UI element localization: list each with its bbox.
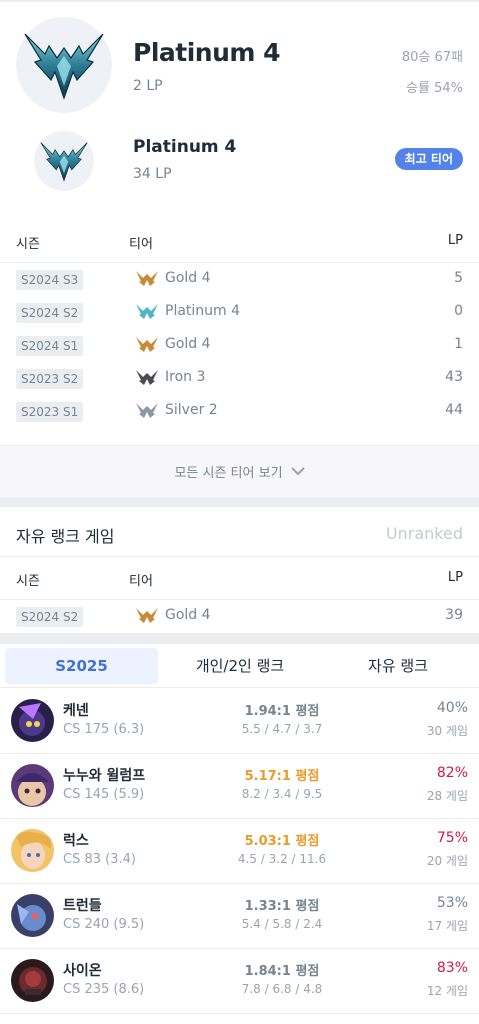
iron-emblem-icon bbox=[136, 370, 158, 385]
champion-win-rate: 82% bbox=[436, 765, 468, 781]
season-lp: 5 bbox=[454, 270, 463, 286]
champion-kda-detail: 7.8 / 6.8 / 4.8 bbox=[241, 982, 323, 996]
season-tier: Gold 4 bbox=[165, 607, 211, 623]
season-lp: 39 bbox=[445, 607, 463, 623]
champion-kda: 5.03:1 평점 bbox=[244, 834, 320, 849]
view-all-seasons-button[interactable]: 모든 시즌 티어 보기 bbox=[0, 445, 479, 497]
champion-games: 12 게임 bbox=[426, 984, 468, 998]
champion-kda: 1.33:1 평점 bbox=[244, 899, 320, 914]
lp-header: LP bbox=[447, 233, 463, 248]
champion-cs: CS 145 (5.9) bbox=[63, 787, 145, 802]
tier-header: 티어 bbox=[129, 237, 153, 252]
flex-lp-header: LP bbox=[447, 570, 463, 585]
champion-portrait-sion bbox=[11, 959, 54, 1002]
champion-games: 30 게임 bbox=[426, 724, 468, 738]
win-rate: 승률 54% bbox=[406, 81, 463, 96]
peak-tier: Platinum 4 bbox=[133, 137, 237, 157]
season-row: S2023 S1 Silver 2 44 bbox=[0, 395, 479, 428]
champion-cs: CS 240 (9.5) bbox=[63, 917, 145, 932]
champion-name: 사이온 bbox=[63, 963, 102, 979]
view-all-label: 모든 시즌 티어 보기 bbox=[174, 466, 283, 481]
champion-cs: CS 175 (6.3) bbox=[63, 722, 145, 737]
champion-row[interactable]: 케넨 CS 175 (6.3) 1.94:1 평점 5.5 / 4.7 / 3.… bbox=[0, 689, 479, 754]
champion-name: 케넨 bbox=[63, 703, 89, 719]
champion-kda-detail: 4.5 / 3.2 / 11.6 bbox=[237, 852, 327, 866]
tab-s2025[interactable]: S2025 bbox=[5, 648, 158, 684]
champion-kda-detail: 8.2 / 3.4 / 9.5 bbox=[241, 787, 323, 801]
season-tag: S2024 S2 bbox=[16, 303, 84, 323]
season-lp: 43 bbox=[445, 369, 463, 385]
current-tier: Platinum 4 bbox=[133, 38, 281, 67]
tab-flex-rank[interactable]: 자유 랭크 bbox=[322, 648, 474, 684]
season-lp: 0 bbox=[454, 303, 463, 319]
season-tag: S2024 S2 bbox=[16, 607, 84, 627]
champion-portrait-nunu bbox=[11, 764, 54, 807]
top-divider bbox=[0, 0, 479, 2]
section-separator bbox=[0, 497, 479, 507]
champion-kda: 1.94:1 평점 bbox=[244, 704, 320, 719]
chevron-down-icon bbox=[290, 464, 305, 480]
season-tag: S2024 S3 bbox=[16, 270, 84, 290]
champion-name: 럭스 bbox=[63, 833, 89, 849]
champion-row[interactable]: 럭스 CS 83 (3.4) 5.03:1 평점 4.5 / 3.2 / 11.… bbox=[0, 819, 479, 884]
champion-cs: CS 235 (8.6) bbox=[63, 982, 145, 997]
section-separator bbox=[0, 633, 479, 644]
champion-portrait-trundle bbox=[11, 894, 54, 937]
champion-kda: 1.84:1 평점 bbox=[244, 964, 320, 979]
season-tag: S2023 S2 bbox=[16, 369, 84, 389]
gold-emblem-icon bbox=[136, 608, 158, 623]
champion-win-rate: 83% bbox=[436, 960, 468, 976]
season-lp: 44 bbox=[445, 402, 463, 418]
platinum-emblem-icon bbox=[34, 131, 94, 191]
current-lp: 2 LP bbox=[133, 78, 163, 94]
champion-games: 28 게임 bbox=[426, 789, 468, 803]
season-header: 시즌 bbox=[16, 237, 40, 252]
season-tag: S2024 S1 bbox=[16, 336, 84, 356]
flex-rank-status: Unranked bbox=[385, 524, 463, 543]
season-tier: Gold 4 bbox=[165, 336, 211, 352]
win-loss-record: 80승 67패 bbox=[401, 50, 463, 65]
peak-tier-badge: 최고 티어 bbox=[394, 148, 463, 170]
champion-games: 17 게임 bbox=[426, 919, 468, 933]
flex-tier-header: 티어 bbox=[129, 574, 153, 589]
season-tier: Platinum 4 bbox=[165, 303, 241, 319]
flex-season-header: 시즌 bbox=[16, 574, 40, 589]
tab-solo-duo-rank[interactable]: 개인/2인 랭크 bbox=[162, 648, 318, 684]
champion-portrait-kennen bbox=[11, 699, 54, 742]
season-row: S2023 S2 Iron 3 43 bbox=[0, 362, 479, 395]
champion-games: 20 게임 bbox=[426, 854, 468, 868]
champion-win-rate: 53% bbox=[436, 895, 468, 911]
season-row: S2024 S2 Platinum 4 0 bbox=[0, 296, 479, 329]
champion-row[interactable]: 트런들 CS 240 (9.5) 1.33:1 평점 5.4 / 5.8 / 2… bbox=[0, 884, 479, 949]
season-lp: 1 bbox=[454, 336, 463, 352]
gold-emblem-icon bbox=[136, 337, 158, 352]
champion-portrait-lux bbox=[11, 829, 54, 872]
flex-rank-title: 자유 랭크 게임 bbox=[16, 527, 115, 546]
champion-kda-detail: 5.5 / 4.7 / 3.7 bbox=[241, 722, 323, 736]
gold-emblem-icon bbox=[136, 271, 158, 286]
champion-kda-detail: 5.4 / 5.8 / 2.4 bbox=[241, 917, 323, 931]
champion-row[interactable]: 누누와 윌럼프 CS 145 (5.9) 5.17:1 평점 8.2 / 3.4… bbox=[0, 754, 479, 819]
season-row: S2024 S3 Gold 4 5 bbox=[0, 263, 479, 296]
champion-win-rate: 75% bbox=[436, 830, 468, 846]
champion-kda: 5.17:1 평점 bbox=[244, 769, 320, 784]
season-tier: Silver 2 bbox=[165, 402, 218, 418]
queue-tabs: S2025 개인/2인 랭크 자유 랭크 bbox=[0, 644, 479, 688]
silver-emblem-icon bbox=[136, 403, 158, 418]
season-tier: Gold 4 bbox=[165, 270, 211, 286]
champion-name: 누누와 윌럼프 bbox=[63, 768, 146, 784]
champion-row[interactable]: 사이온 CS 235 (8.6) 1.84:1 평점 7.8 / 6.8 / 4… bbox=[0, 949, 479, 1014]
champion-name: 트런들 bbox=[63, 898, 102, 914]
season-row: S2024 S1 Gold 4 1 bbox=[0, 329, 479, 362]
flex-divider bbox=[0, 556, 479, 557]
flex-season-row: S2024 S2 Gold 4 39 bbox=[0, 600, 479, 633]
season-tag: S2023 S1 bbox=[16, 402, 84, 422]
season-tier: Iron 3 bbox=[165, 369, 206, 385]
champion-win-rate: 40% bbox=[436, 700, 468, 716]
champion-cs: CS 83 (3.4) bbox=[63, 852, 136, 867]
platinum-emblem-icon bbox=[136, 304, 158, 319]
peak-lp: 34 LP bbox=[133, 166, 172, 182]
platinum-emblem-icon bbox=[16, 17, 112, 113]
